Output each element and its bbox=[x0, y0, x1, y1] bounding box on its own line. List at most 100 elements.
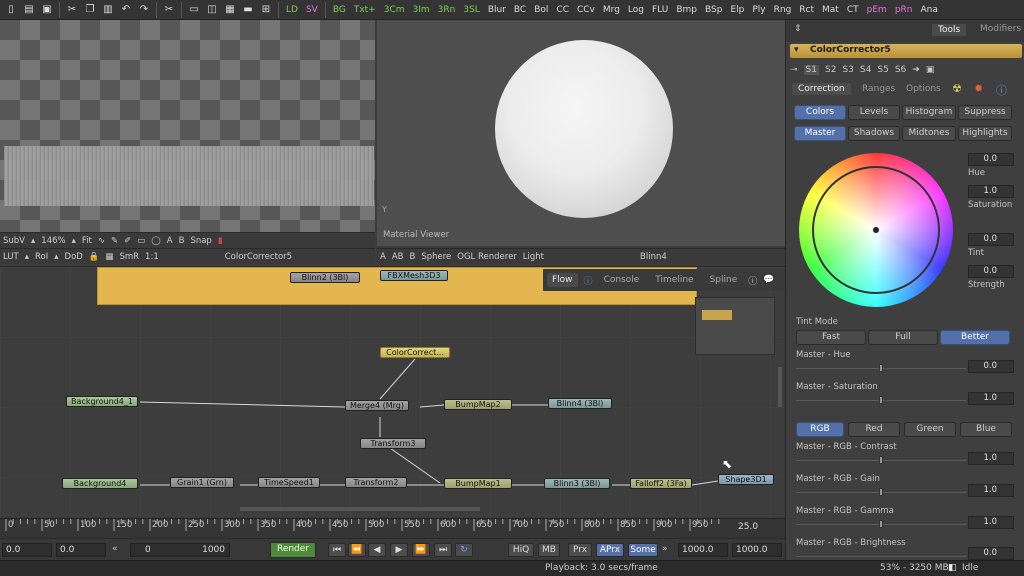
slot-s3[interactable]: S3 bbox=[842, 65, 853, 75]
colors-button[interactable]: Colors bbox=[794, 105, 846, 120]
slot-s4[interactable]: S4 bbox=[860, 65, 871, 75]
light-toggle[interactable]: Light bbox=[523, 252, 544, 262]
layout-split-icon[interactable]: ◫ bbox=[205, 3, 219, 17]
tool-button-ct[interactable]: CT bbox=[843, 2, 863, 18]
suppress-button[interactable]: Suppress bbox=[958, 105, 1012, 120]
tool-button-log[interactable]: Log bbox=[624, 2, 648, 18]
node-blinn3[interactable]: Blinn3 (3Bl) bbox=[544, 478, 610, 489]
zoom-value[interactable]: 146% bbox=[41, 236, 65, 246]
ratio-button[interactable]: 1:1 bbox=[145, 252, 159, 262]
rectangle-icon[interactable]: ▭ bbox=[137, 236, 145, 246]
tint-mode-full[interactable]: Full bbox=[868, 330, 938, 345]
go-to-start-icon[interactable]: ⏮ bbox=[328, 543, 346, 557]
channel-green-button[interactable]: Green bbox=[904, 422, 956, 437]
node-fbxmesh[interactable]: FBXMesh3D3 bbox=[380, 270, 448, 281]
tool-button-sv[interactable]: SV bbox=[302, 2, 322, 18]
levels-button[interactable]: Levels bbox=[848, 105, 900, 120]
render-button[interactable]: Render bbox=[270, 542, 316, 558]
info-icon[interactable]: ⓘ bbox=[996, 82, 1007, 98]
text-a-icon[interactable]: A bbox=[167, 236, 173, 246]
tool-button-bsp[interactable]: BSp bbox=[701, 2, 726, 18]
cut-icon[interactable]: ✂ bbox=[65, 3, 79, 17]
curve-icon[interactable]: ∿ bbox=[98, 236, 105, 246]
lock-icon[interactable]: 🔒 bbox=[89, 252, 100, 262]
tool-button-bol[interactable]: Bol bbox=[530, 2, 552, 18]
tint-value[interactable]: 0.0 bbox=[968, 233, 1014, 246]
global-start-field[interactable]: 0.0 bbox=[56, 543, 106, 557]
lut-button[interactable]: LUT bbox=[3, 252, 19, 262]
tool-button-3cm[interactable]: 3Cm bbox=[380, 2, 409, 18]
master-saturation-knob[interactable] bbox=[879, 396, 883, 404]
new-file-icon[interactable]: ▯ bbox=[4, 3, 18, 17]
tool-button-mrg[interactable]: Mrg bbox=[599, 2, 624, 18]
tool-button-ply[interactable]: Ply bbox=[748, 2, 769, 18]
highlights-button[interactable]: Highlights bbox=[958, 126, 1012, 141]
brightness-slider[interactable] bbox=[796, 556, 966, 557]
node-transform2[interactable]: Transform2 bbox=[345, 477, 407, 488]
tab-modifiers[interactable]: Modifiers bbox=[980, 24, 1021, 34]
shadows-button[interactable]: Shadows bbox=[848, 126, 900, 141]
tool-button-blur[interactable]: Blur bbox=[484, 2, 510, 18]
text-b-icon[interactable]: B bbox=[409, 252, 415, 262]
slot-s2[interactable]: S2 bbox=[825, 65, 836, 75]
global-end-field[interactable]: 1000.0 bbox=[732, 543, 782, 557]
tool-button-3rn[interactable]: 3Rn bbox=[434, 2, 460, 18]
node-blinn2[interactable]: Blinn2 (3Bl) bbox=[290, 272, 360, 283]
mb-button[interactable]: MB bbox=[538, 543, 560, 557]
tool-button-elp[interactable]: Elp bbox=[726, 2, 748, 18]
checker-icon[interactable]: ▦ bbox=[105, 252, 113, 262]
node-bumpmap2[interactable]: BumpMap2 bbox=[444, 399, 512, 410]
fit-button[interactable]: Fit bbox=[82, 236, 92, 246]
node-colorcorrect[interactable]: ColorCorrect... bbox=[380, 347, 450, 358]
undo-icon[interactable]: ↶ bbox=[119, 3, 133, 17]
current-frame-field[interactable]: 25.0 bbox=[735, 521, 783, 535]
slot-s6[interactable]: S6 bbox=[895, 65, 906, 75]
prx-button[interactable]: Prx bbox=[568, 543, 592, 557]
chevron-up-icon[interactable]: ▴ bbox=[25, 252, 29, 262]
range-slider[interactable]: 0 1000 bbox=[130, 543, 230, 557]
left-viewer[interactable] bbox=[0, 20, 375, 232]
node-falloff2[interactable]: Falloff2 (3Fa) bbox=[630, 478, 692, 489]
brush-icon[interactable]: ✎ bbox=[111, 236, 118, 246]
channel-rgb-button[interactable]: RGB bbox=[796, 422, 844, 437]
chevron-up-icon[interactable]: ▴ bbox=[72, 236, 76, 246]
master-hue-value[interactable]: 0.0 bbox=[968, 360, 1014, 373]
hiq-button[interactable]: HiQ bbox=[508, 543, 534, 557]
play-icon[interactable]: ▶ bbox=[390, 543, 408, 557]
tool-button-flu[interactable]: FLU bbox=[648, 2, 672, 18]
layout-single-icon[interactable]: ▭ bbox=[187, 3, 201, 17]
rewind-range-icon[interactable]: « bbox=[112, 544, 118, 554]
node-grain1[interactable]: Grain1 (Grn) bbox=[170, 477, 234, 488]
pin-icon[interactable]: ⇕ bbox=[794, 24, 802, 34]
node-shape3d1[interactable]: Shape3D1 bbox=[718, 474, 774, 485]
slot-s5[interactable]: S5 bbox=[877, 65, 888, 75]
open-file-icon[interactable]: ▤ bbox=[22, 3, 36, 17]
tool-button-prn[interactable]: pRn bbox=[891, 2, 917, 18]
some-button[interactable]: Some bbox=[628, 543, 658, 557]
scissors-icon[interactable]: ✂ bbox=[162, 3, 176, 17]
node-background4-1[interactable]: Background4_1 bbox=[66, 396, 138, 407]
tool-button-cc[interactable]: CC bbox=[552, 2, 573, 18]
flow-view[interactable]: Flow ⓘ Console Timeline Spline ⓘ 💬 Blinn… bbox=[0, 266, 785, 518]
flow-vertical-scrollbar[interactable] bbox=[778, 367, 782, 407]
aprx-button[interactable]: APrx bbox=[596, 543, 624, 557]
smr-button[interactable]: SmR bbox=[119, 252, 139, 262]
node-bumpmap1[interactable]: BumpMap1 bbox=[444, 478, 512, 489]
gear-icon[interactable]: ✹ bbox=[974, 82, 983, 95]
hue-value[interactable]: 0.0 bbox=[968, 153, 1014, 166]
tool-button-ld[interactable]: LD bbox=[282, 2, 302, 18]
tint-mode-fast[interactable]: Fast bbox=[796, 330, 866, 345]
arrow-right-icon[interactable]: ➜ bbox=[912, 65, 920, 75]
step-forward-icon[interactable]: ⏩ bbox=[412, 543, 430, 557]
saturation-value[interactable]: 1.0 bbox=[968, 185, 1014, 198]
subtab-options[interactable]: Options bbox=[906, 84, 941, 94]
renderer-dropdown[interactable]: OGL Renderer bbox=[457, 252, 517, 262]
gamma-value[interactable]: 1.0 bbox=[968, 516, 1014, 529]
roi-button[interactable]: RoI bbox=[35, 252, 48, 262]
tool-button-txt[interactable]: Txt+ bbox=[350, 2, 380, 18]
tool-header[interactable]: ▾ ColorCorrector5 bbox=[790, 44, 1022, 58]
layout-quad-icon[interactable]: ⊞ bbox=[259, 3, 273, 17]
tool-button-ccv[interactable]: CCv bbox=[573, 2, 599, 18]
tool-button-rct[interactable]: Rct bbox=[795, 2, 818, 18]
color-wheel[interactable] bbox=[799, 153, 953, 307]
